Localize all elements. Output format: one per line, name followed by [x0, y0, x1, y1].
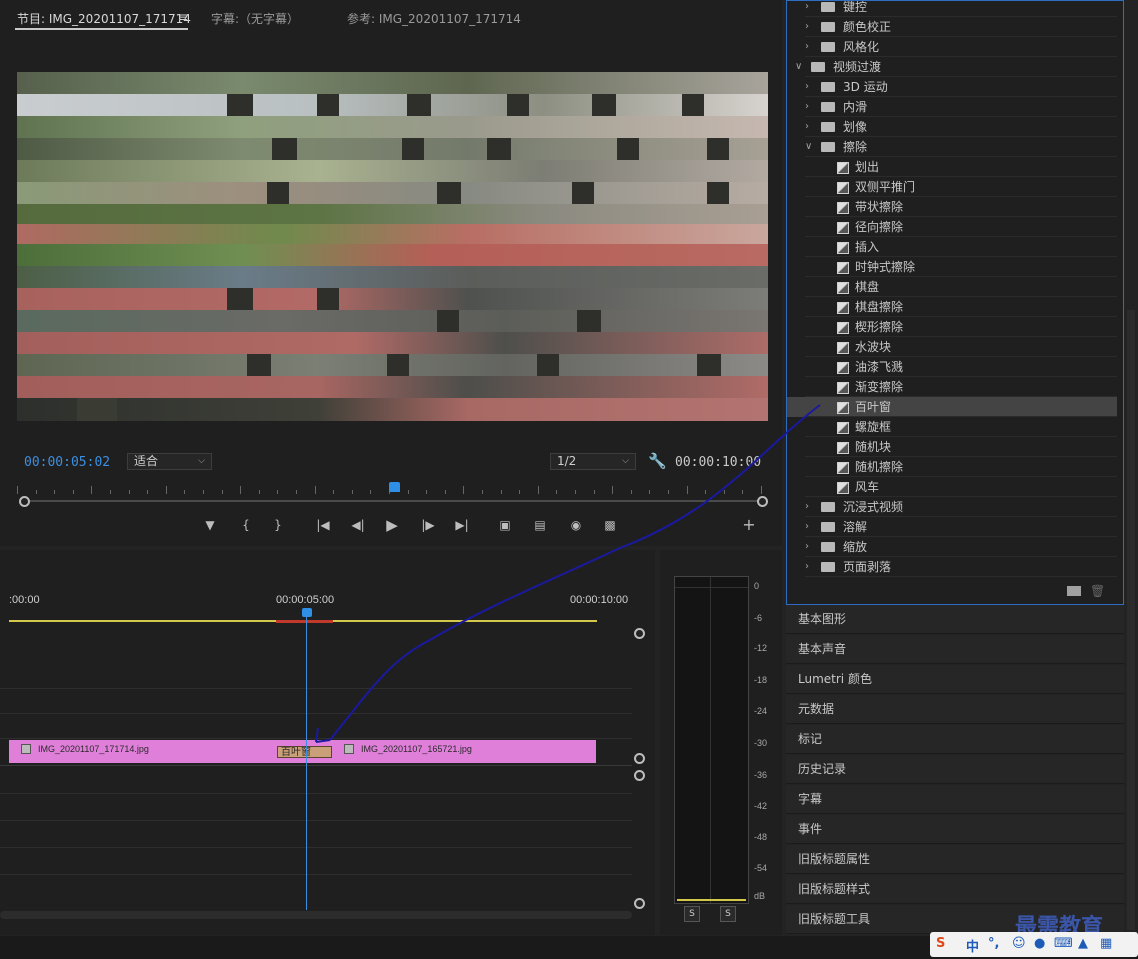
ime-toolbar[interactable]: S 中 °, ☺ ● ⌨ ▲ ▦: [930, 932, 1138, 957]
ime-logo[interactable]: S: [936, 936, 945, 951]
emoji-icon[interactable]: ☺: [1012, 936, 1026, 951]
keyboard-icon[interactable]: ⌨: [1054, 936, 1073, 951]
ime-punct[interactable]: °,: [988, 936, 999, 951]
skin-icon[interactable]: ▲: [1078, 936, 1088, 951]
tools-icon[interactable]: ▦: [1100, 936, 1112, 951]
ime-mode[interactable]: 中: [966, 936, 979, 955]
annotation-arrow: [315, 404, 821, 743]
microphone-icon[interactable]: ●: [1034, 936, 1045, 951]
